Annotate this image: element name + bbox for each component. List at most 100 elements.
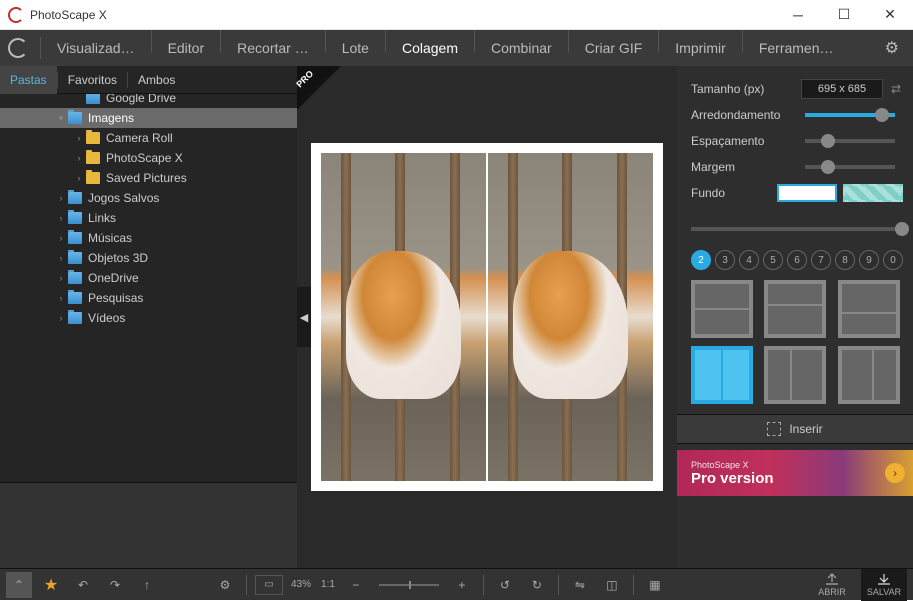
cell-count-row: 234567890 — [691, 250, 903, 270]
tree-label: Músicas — [88, 231, 132, 245]
layout-option[interactable] — [764, 280, 826, 338]
tree-item[interactable]: Google Drive — [0, 94, 297, 108]
margin-slider[interactable] — [805, 165, 895, 169]
tab-ferramen[interactable]: Ferramen… — [747, 30, 846, 66]
tab-editor[interactable]: Editor — [156, 30, 217, 66]
layout-option[interactable] — [838, 346, 900, 404]
size-input[interactable]: 695 x 685 — [801, 79, 883, 99]
tree-item[interactable]: ›Pesquisas — [0, 288, 297, 308]
tree-item[interactable]: ›PhotoScape X — [0, 148, 297, 168]
tree-label: Pesquisas — [88, 291, 143, 305]
settings-button[interactable]: ⚙ — [212, 572, 238, 598]
home-icon[interactable] — [8, 38, 28, 58]
collage-cell[interactable] — [321, 153, 486, 481]
banner-title: Pro version — [691, 470, 913, 487]
tree-item[interactable]: ›Vídeos — [0, 308, 297, 328]
tree-item[interactable]: ›Saved Pictures — [0, 168, 297, 188]
divider — [40, 37, 41, 59]
left-panel: PastasFavoritosAmbos Google Drive▾Imagen… — [0, 66, 297, 568]
folder-icon — [86, 94, 100, 104]
revert-button[interactable]: ↑ — [134, 572, 160, 598]
spacing-slider[interactable] — [805, 139, 895, 143]
folder-icon — [86, 132, 100, 144]
settings-gear-icon[interactable]: ⚙ — [879, 38, 905, 58]
maximize-button[interactable]: ☐ — [821, 0, 867, 30]
insert-button[interactable]: Inserir — [677, 414, 913, 444]
tree-item[interactable]: ▾Imagens — [0, 108, 297, 128]
tree-item[interactable]: ›Músicas — [0, 228, 297, 248]
cell-count-6[interactable]: 6 — [787, 250, 807, 270]
save-label: SALVAR — [867, 587, 901, 597]
tree-item[interactable]: ›Jogos Salvos — [0, 188, 297, 208]
minimize-button[interactable]: ─ — [775, 0, 821, 30]
rotate-right-button[interactable]: ↻ — [524, 572, 550, 598]
cell-count-9[interactable]: 9 — [859, 250, 879, 270]
folder-icon — [68, 252, 82, 264]
left-tab-favoritos[interactable]: Favoritos — [58, 66, 127, 94]
folder-icon — [68, 112, 82, 124]
star-icon: ★ — [44, 575, 58, 595]
cell-count-4[interactable]: 4 — [739, 250, 759, 270]
layout-option[interactable] — [838, 280, 900, 338]
zoom-percent: 43% — [291, 579, 311, 590]
bg-color-swatch[interactable] — [777, 184, 837, 202]
cell-count-5[interactable]: 5 — [763, 250, 783, 270]
margin-label: Margem — [691, 160, 801, 174]
flip-horizontal-button[interactable]: ⇋ — [567, 572, 593, 598]
collage-cell[interactable] — [488, 153, 653, 481]
zoom-in-button[interactable]: + — [449, 572, 475, 598]
fit-screen-button[interactable]: ▭ — [255, 575, 283, 595]
tree-label: Links — [88, 211, 116, 225]
layout-option[interactable] — [691, 280, 753, 338]
cell-count-2[interactable]: 2 — [691, 250, 711, 270]
tab-visualizad[interactable]: Visualizad… — [45, 30, 147, 66]
bg-pattern-swatch[interactable] — [843, 184, 903, 202]
cell-count-0[interactable]: 0 — [883, 250, 903, 270]
tab-lote[interactable]: Lote — [330, 30, 381, 66]
opacity-slider[interactable] — [691, 227, 903, 231]
swap-dimensions-icon[interactable]: ⇄ — [891, 82, 901, 96]
left-tab-ambos[interactable]: Ambos — [128, 66, 185, 94]
tree-label: PhotoScape X — [106, 151, 183, 165]
zoom-slider[interactable] — [379, 584, 439, 586]
tab-recortar[interactable]: Recortar … — [225, 30, 321, 66]
cell-count-8[interactable]: 8 — [835, 250, 855, 270]
tree-item[interactable]: ›Camera Roll — [0, 128, 297, 148]
rounding-slider[interactable] — [805, 113, 895, 117]
zoom-ratio-button[interactable]: 1:1 — [321, 579, 335, 590]
zoom-out-button[interactable]: − — [343, 572, 369, 598]
undo-button[interactable]: ↶ — [70, 572, 96, 598]
redo-button[interactable]: ↷ — [102, 572, 128, 598]
expand-up-button[interactable]: ⌃ — [6, 572, 32, 598]
tab-colagem[interactable]: Colagem — [390, 30, 470, 66]
tree-item[interactable]: ›OneDrive — [0, 268, 297, 288]
layout-option[interactable] — [764, 346, 826, 404]
close-button[interactable]: ✕ — [867, 0, 913, 30]
favorite-button[interactable]: ★ — [38, 572, 64, 598]
thumbnail-strip[interactable] — [0, 482, 297, 568]
layout-option[interactable] — [691, 346, 753, 404]
tree-item[interactable]: ›Objetos 3D — [0, 248, 297, 268]
app-title: PhotoScape X — [30, 8, 775, 22]
collage-preview[interactable] — [311, 143, 663, 491]
cell-count-7[interactable]: 7 — [811, 250, 831, 270]
pro-banner[interactable]: PhotoScape X Pro version › — [677, 450, 913, 496]
tree-item[interactable]: ›Links — [0, 208, 297, 228]
folder-tree[interactable]: Google Drive▾Imagens›Camera Roll›PhotoSc… — [0, 94, 297, 482]
tab-combinar[interactable]: Combinar — [479, 30, 564, 66]
insert-icon — [767, 422, 781, 436]
title-bar: PhotoScape X ─ ☐ ✕ — [0, 0, 913, 30]
tab-imprimir[interactable]: Imprimir — [663, 30, 738, 66]
tree-label: Objetos 3D — [88, 251, 148, 265]
cell-count-3[interactable]: 3 — [715, 250, 735, 270]
collapse-left-button[interactable]: ◀ — [297, 287, 311, 347]
grid-toggle-button[interactable]: ▦ — [642, 572, 668, 598]
open-button[interactable]: ABRIR — [809, 569, 855, 601]
bottom-bar: ⌃ ★ ↶ ↷ ↑ ⚙ ▭ 43% 1:1 − + ↺ ↻ ⇋ ◫ ▦ ABRIR… — [0, 568, 913, 600]
tab-criargif[interactable]: Criar GIF — [573, 30, 655, 66]
left-tab-pastas[interactable]: Pastas — [0, 66, 57, 94]
compare-button[interactable]: ◫ — [599, 572, 625, 598]
rotate-left-button[interactable]: ↺ — [492, 572, 518, 598]
save-button[interactable]: SALVAR — [861, 569, 907, 601]
canvas-area[interactable]: PRO ◀ — [297, 66, 677, 568]
